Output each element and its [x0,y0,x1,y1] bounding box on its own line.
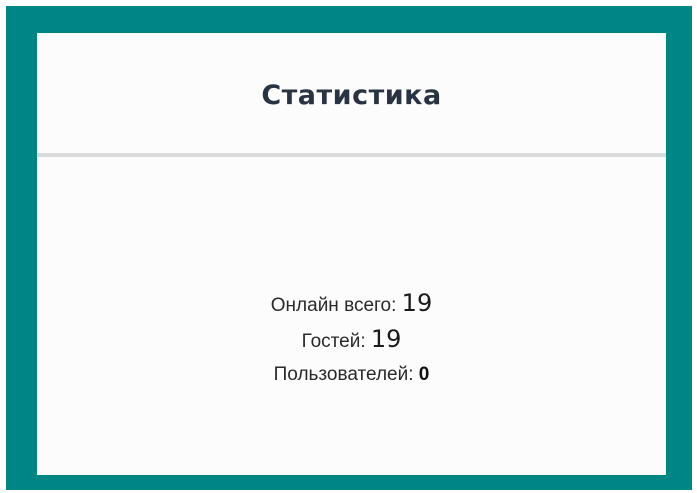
stat-users-label: Пользователей: [273,364,414,385]
stat-users: Пользователей: 0 [37,357,666,393]
panel-header: Статистика [37,33,666,153]
statistics-panel: Статистика Онлайн всего: 19 Гостей: 19 П… [37,33,666,475]
stat-users-value: 0 [418,364,430,385]
stat-online-label: Онлайн всего: [270,295,397,316]
stat-guests: Гостей: 19 [37,321,666,357]
stat-online-value: 19 [401,289,433,317]
stat-guests-value: 19 [370,325,402,353]
stat-guests-label: Гостей: [301,331,366,352]
header-divider [37,153,666,157]
stats-list: Онлайн всего: 19 Гостей: 19 Пользователе… [37,285,666,393]
stat-online: Онлайн всего: 19 [37,285,666,321]
panel-title: Статистика [261,79,442,111]
